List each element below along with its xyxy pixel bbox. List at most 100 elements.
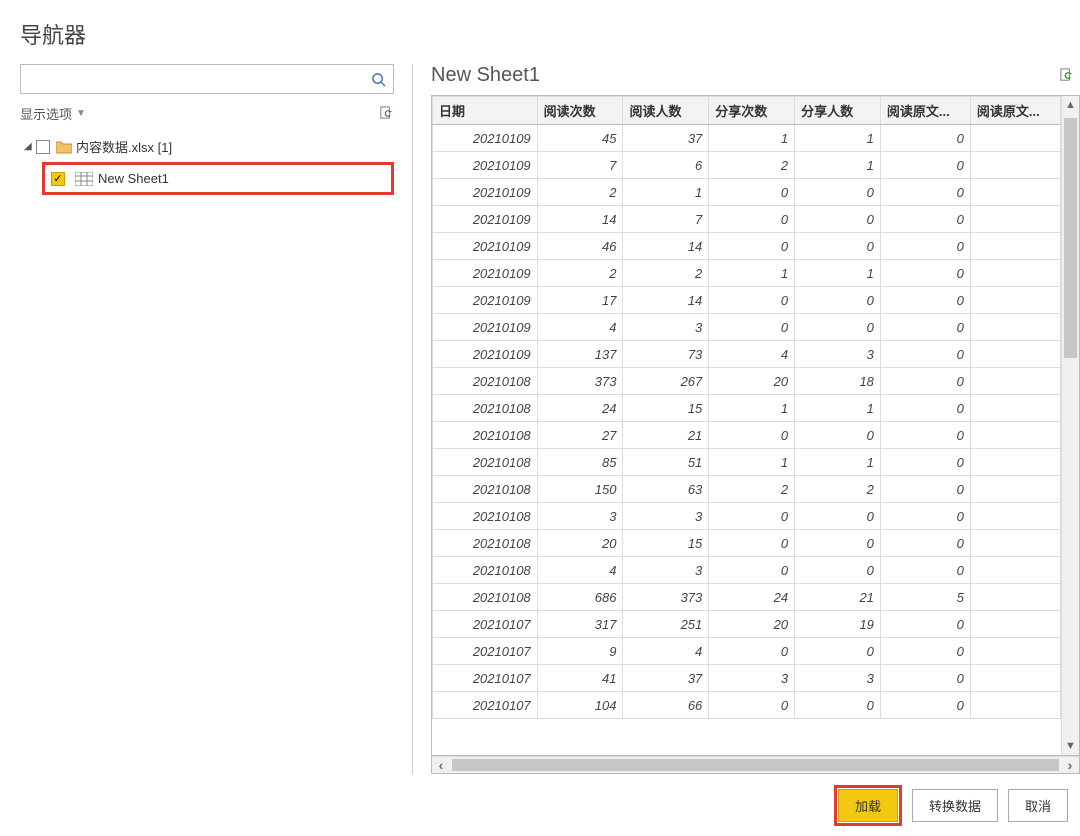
table-cell: 0 (880, 692, 970, 719)
search-icon[interactable] (363, 65, 393, 93)
table-cell: 20210108 (433, 449, 538, 476)
table-cell: 0 (709, 314, 795, 341)
table-row[interactable]: 2021010868637324215 (433, 584, 1061, 611)
cancel-button[interactable]: 取消 (1008, 789, 1068, 822)
table-cell (970, 692, 1060, 719)
tree-parent-node[interactable]: ◢ 内容数据.xlsx [1] (20, 131, 394, 162)
table-row[interactable]: 2021010837326720180 (433, 368, 1061, 395)
table-cell: 0 (880, 476, 970, 503)
table-cell: 0 (880, 665, 970, 692)
table-cell: 1 (795, 260, 881, 287)
table-cell: 19 (795, 611, 881, 638)
table-cell: 7 (623, 206, 709, 233)
tree-child-label: New Sheet1 (98, 171, 169, 186)
table-cell: 3 (623, 503, 709, 530)
table-cell: 51 (623, 449, 709, 476)
tree-child-node[interactable]: ✓ New Sheet1 (42, 162, 394, 195)
scrollbar-thumb[interactable] (1064, 118, 1077, 358)
table-row[interactable]: 202101091714000 (433, 287, 1061, 314)
table-cell: 3 (795, 341, 881, 368)
table-cell: 0 (880, 557, 970, 584)
table-cell: 1 (709, 260, 795, 287)
table-cell: 20210109 (433, 314, 538, 341)
checkbox-unchecked[interactable] (36, 140, 50, 154)
table-cell: 63 (623, 476, 709, 503)
table-cell: 7 (537, 152, 623, 179)
table-cell: 20210109 (433, 152, 538, 179)
table-cell: 0 (880, 422, 970, 449)
table-cell: 0 (880, 179, 970, 206)
table-cell (970, 476, 1060, 503)
table-row[interactable]: 2021010794000 (433, 638, 1061, 665)
column-header[interactable]: 阅读原文... (970, 97, 1060, 125)
table-cell: 20210107 (433, 692, 538, 719)
table-row[interactable]: 2021010731725120190 (433, 611, 1061, 638)
table-cell: 2 (623, 260, 709, 287)
table-cell: 0 (880, 152, 970, 179)
table-row[interactable]: 202101082015000 (433, 530, 1061, 557)
display-options-dropdown[interactable]: 显示选项 ▼ (20, 104, 86, 123)
table-row[interactable]: 2021010943000 (433, 314, 1061, 341)
table-cell: 1 (795, 449, 881, 476)
table-cell: 18 (795, 368, 881, 395)
transform-data-button[interactable]: 转换数据 (912, 789, 998, 822)
column-header[interactable]: 日期 (433, 97, 538, 125)
table-cell (970, 206, 1060, 233)
search-input[interactable] (21, 65, 363, 93)
scroll-left-icon[interactable]: ‹ (432, 757, 450, 773)
scrollbar-thumb-h[interactable] (452, 759, 1059, 771)
checkbox-checked[interactable]: ✓ (51, 172, 65, 186)
table-row[interactable]: 2021010843000 (433, 557, 1061, 584)
table-cell: 0 (880, 638, 970, 665)
table-row[interactable]: 2021010913773430 (433, 341, 1061, 368)
load-button[interactable]: 加载 (838, 789, 898, 822)
table-cell: 0 (880, 503, 970, 530)
table-row[interactable]: 2021010815063220 (433, 476, 1061, 503)
table-cell: 0 (880, 341, 970, 368)
column-header[interactable]: 阅读次数 (537, 97, 623, 125)
table-cell: 0 (880, 287, 970, 314)
preview-table-container: 日期阅读次数阅读人数分享次数分享人数阅读原文...阅读原文... 2021010… (431, 95, 1080, 756)
table-cell: 20210108 (433, 530, 538, 557)
vertical-scrollbar[interactable]: ▲ ▼ (1061, 96, 1079, 755)
table-cell: 4 (537, 557, 623, 584)
table-row[interactable]: 202101094537110 (433, 125, 1061, 152)
table-row[interactable]: 202101082721000 (433, 422, 1061, 449)
preview-refresh-icon[interactable] (1059, 68, 1074, 83)
column-header[interactable]: 阅读原文... (880, 97, 970, 125)
table-cell: 21 (623, 422, 709, 449)
preview-panel: New Sheet1 日期阅读次数阅读人数分享次数分享人数阅读原文...阅读原文… (412, 64, 1080, 774)
table-cell: 3 (795, 665, 881, 692)
table-cell: 15 (623, 395, 709, 422)
table-row[interactable]: 2021010921000 (433, 179, 1061, 206)
table-cell: 0 (795, 287, 881, 314)
column-header[interactable]: 分享次数 (709, 97, 795, 125)
table-row[interactable]: 2021010710466000 (433, 692, 1061, 719)
table-cell: 0 (709, 287, 795, 314)
scroll-up-icon[interactable]: ▲ (1062, 96, 1079, 114)
preview-table: 日期阅读次数阅读人数分享次数分享人数阅读原文...阅读原文... 2021010… (432, 96, 1061, 719)
search-box (20, 64, 394, 94)
column-header[interactable]: 分享人数 (795, 97, 881, 125)
chevron-down-icon: ▼ (76, 108, 86, 119)
table-row[interactable]: 2021010833000 (433, 503, 1061, 530)
scroll-right-icon[interactable]: › (1061, 757, 1079, 773)
refresh-icon[interactable] (379, 106, 394, 121)
column-header[interactable]: 阅读人数 (623, 97, 709, 125)
table-row[interactable]: 202101082415110 (433, 395, 1061, 422)
table-row[interactable]: 2021010976210 (433, 152, 1061, 179)
table-cell: 1 (623, 179, 709, 206)
table-cell: 0 (709, 179, 795, 206)
table-cell: 27 (537, 422, 623, 449)
table-row[interactable]: 2021010922110 (433, 260, 1061, 287)
table-row[interactable]: 202101074137330 (433, 665, 1061, 692)
table-row[interactable]: 202101094614000 (433, 233, 1061, 260)
table-cell: 85 (537, 449, 623, 476)
table-cell: 41 (537, 665, 623, 692)
table-row[interactable]: 202101088551110 (433, 449, 1061, 476)
table-row[interactable]: 20210109147000 (433, 206, 1061, 233)
table-cell: 2 (537, 179, 623, 206)
table-cell: 1 (795, 152, 881, 179)
horizontal-scrollbar[interactable]: ‹ › (431, 756, 1080, 774)
scroll-down-icon[interactable]: ▼ (1062, 737, 1079, 755)
